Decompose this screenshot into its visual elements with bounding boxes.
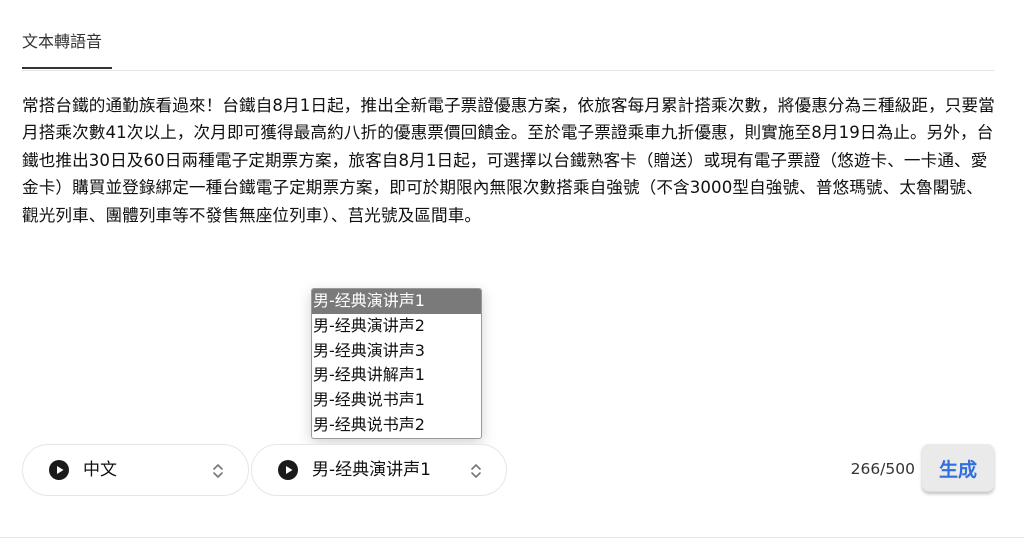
play-icon[interactable] [278,460,298,480]
char-counter: 266/500 [850,460,915,478]
input-text[interactable]: 常搭台鐵的通勤族看過來！台鐵自8月1日起，推出全新電子票證優惠方案，依旅客每月累… [22,92,997,229]
voice-option[interactable]: 男-经典说书声2 [312,413,481,438]
voice-dropdown-list: 男-经典演讲声1 男-经典演讲声2 男-经典演讲声3 男-经典讲解声1 男-经典… [311,288,482,439]
language-value: 中文 [83,460,117,480]
voice-option[interactable]: 男-经典说书声1 [312,388,481,413]
voice-select[interactable]: 男-经典演讲声1 [251,444,507,496]
play-icon[interactable] [49,460,69,480]
voice-option[interactable]: 男-经典演讲声1 [312,289,481,314]
voice-option[interactable]: 男-经典演讲声3 [312,339,481,364]
voice-value: 男-经典演讲声1 [312,460,431,480]
tts-page: 文本轉語音 常搭台鐵的通勤族看過來！台鐵自8月1日起，推出全新電子票證優惠方案，… [0,0,1024,557]
generate-button[interactable]: 生成 [922,444,994,492]
chevron-updown-icon [471,464,481,478]
voice-option[interactable]: 男-经典演讲声2 [312,314,481,339]
divider [0,537,1024,538]
chevron-updown-icon [213,464,223,478]
voice-option[interactable]: 男-经典讲解声1 [312,363,481,388]
language-select[interactable]: 中文 [22,444,249,496]
tab-text-to-speech[interactable]: 文本轉語音 [22,30,112,69]
tab-bar: 文本轉語音 [22,0,994,71]
